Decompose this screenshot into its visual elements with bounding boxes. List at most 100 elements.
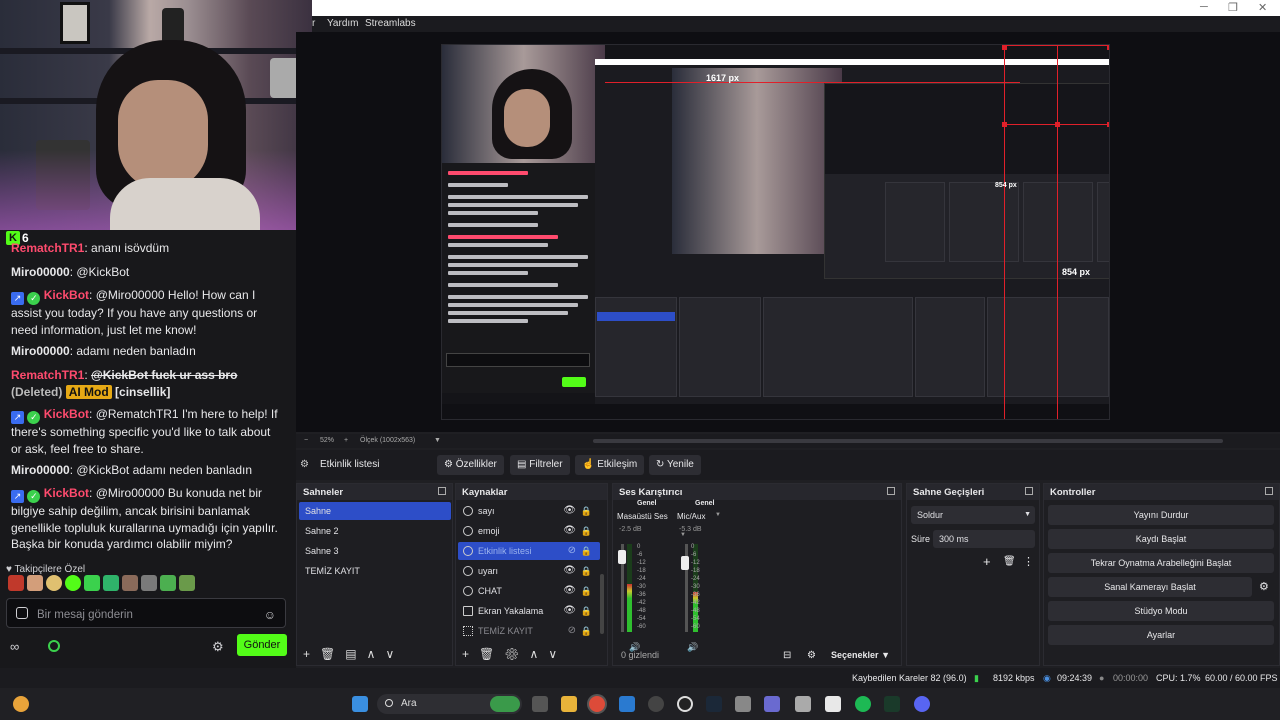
preview-canvas[interactable]: 1617 px 854 px 854 px	[441, 44, 1110, 420]
fader-knob[interactable]	[681, 556, 689, 570]
infinity-icon[interactable]: ∞	[10, 639, 19, 656]
app-icon[interactable]	[825, 696, 841, 712]
lock-icon[interactable]: 🔒	[581, 522, 592, 540]
eye-hidden-icon[interactable]: ⊘	[568, 542, 576, 560]
zoom-in-icon[interactable]: +	[344, 437, 348, 444]
settings-button[interactable]: Ayarlar	[1048, 625, 1274, 645]
gear-icon[interactable]: ⚙	[504, 647, 519, 661]
chat-input[interactable]: Bir mesaj gönderin ☺	[6, 598, 286, 628]
move-up-icon[interactable]: ∧	[530, 647, 539, 661]
chat-username[interactable]: Miro00000	[11, 344, 70, 358]
emote-icon[interactable]	[46, 575, 62, 591]
eye-icon[interactable]: 👁	[563, 502, 576, 520]
minimize-icon[interactable]: ─	[1200, 1, 1208, 13]
transition-select[interactable]: Soldur ▼	[911, 506, 1035, 524]
vertical-scrollbar[interactable]	[600, 574, 604, 634]
send-button[interactable]: Gönder	[237, 634, 287, 656]
obs-icon[interactable]	[648, 696, 664, 712]
trash-icon[interactable]: 🗑	[320, 647, 335, 661]
channel-name[interactable]: Mic/Aux	[677, 512, 705, 521]
undock-icon[interactable]	[1265, 487, 1273, 495]
task-view-icon[interactable]	[532, 696, 548, 712]
calculator-icon[interactable]	[735, 696, 751, 712]
source-item[interactable]: emoji 👁 🔒	[458, 522, 600, 540]
scene-item[interactable]: Sahne	[299, 502, 451, 520]
emote-icon[interactable]	[65, 575, 81, 591]
duration-input[interactable]: 300 ms	[933, 530, 1035, 548]
chat-username[interactable]: KickBot	[44, 486, 89, 500]
emote-icon[interactable]	[27, 575, 43, 591]
chat-username[interactable]: RematchTR1	[11, 241, 84, 255]
weather-icon[interactable]	[13, 696, 29, 712]
eye-icon[interactable]: 👁	[563, 582, 576, 600]
start-recording-button[interactable]: Kaydı Başlat	[1048, 529, 1274, 549]
undock-icon[interactable]	[1025, 487, 1033, 495]
source-item[interactable]: TEMİZ KAYIT ⊘ 🔒	[458, 622, 600, 640]
move-up-icon[interactable]: ∧	[367, 647, 376, 661]
source-item[interactable]: Ekran Yakalama 👁 🔒	[458, 602, 600, 620]
advanced-audio-icon[interactable]: ⚙	[807, 650, 816, 661]
eye-icon[interactable]: 👁	[563, 522, 576, 540]
layout-icon[interactable]: ⊟	[783, 650, 791, 661]
windows-start-icon[interactable]	[352, 696, 368, 712]
chevron-down-icon[interactable]: ▼	[434, 437, 441, 444]
eye-icon[interactable]: 👁	[563, 602, 576, 620]
chrome-icon[interactable]	[589, 696, 605, 712]
app-icon[interactable]	[677, 696, 693, 712]
chat-username[interactable]: KickBot	[44, 407, 89, 421]
lock-icon[interactable]: 🔒	[581, 602, 592, 620]
search-highlight-icon[interactable]	[490, 696, 520, 712]
lock-icon[interactable]: 🔒	[581, 542, 592, 560]
lock-icon[interactable]: 🔒	[581, 622, 592, 640]
trash-icon[interactable]: 🗑	[479, 647, 494, 661]
lock-icon[interactable]: 🔒	[581, 562, 592, 580]
mixer-options-button[interactable]: Seçenekler ▼	[831, 650, 890, 660]
app-icon[interactable]	[764, 696, 780, 712]
emote-icon[interactable]	[122, 575, 138, 591]
chat-username[interactable]: KickBot	[44, 288, 89, 302]
source-item[interactable]: uyarı 👁 🔒	[458, 562, 600, 580]
discord-icon[interactable]	[914, 696, 930, 712]
trash-icon[interactable]: 🗑	[1003, 556, 1016, 567]
mail-icon[interactable]	[619, 696, 635, 712]
close-icon[interactable]: ✕	[1258, 1, 1267, 14]
source-item[interactable]: sayı 👁 🔒	[458, 502, 600, 520]
emote-icon[interactable]	[160, 575, 176, 591]
scene-item[interactable]: TEMİZ KAYIT	[299, 562, 451, 580]
menu-item[interactable]: r	[312, 18, 315, 29]
scene-item[interactable]: Sahne 3	[299, 542, 451, 560]
lock-icon[interactable]: 🔒	[581, 582, 592, 600]
maximize-icon[interactable]: ❐	[1228, 1, 1238, 14]
emote-icon[interactable]	[84, 575, 100, 591]
add-icon[interactable]: +	[462, 647, 469, 661]
emote-icon[interactable]	[8, 575, 24, 591]
emote-icon[interactable]	[179, 575, 195, 591]
source-item[interactable]: Etkinlik listesi ⊘ 🔒	[458, 542, 600, 560]
menu-item-help[interactable]: Yardım	[327, 18, 359, 29]
studio-mode-button[interactable]: Stüdyo Modu	[1048, 601, 1274, 621]
replay-buffer-button[interactable]: Tekrar Oynatma Arabelleğini Başlat	[1048, 553, 1274, 573]
scale-label[interactable]: Ölçek (1002x563)	[360, 437, 415, 444]
zoom-out-icon[interactable]: −	[304, 437, 308, 444]
emote-icon[interactable]	[141, 575, 157, 591]
channel-name[interactable]: Masaüstü Ses	[617, 512, 679, 521]
app-icon[interactable]	[795, 696, 811, 712]
chat-username[interactable]: Miro00000	[11, 265, 70, 279]
eye-hidden-icon[interactable]: ⊘	[568, 622, 576, 640]
gear-icon[interactable]: ⚙	[1259, 580, 1269, 593]
steam-icon[interactable]	[706, 696, 722, 712]
kick-icon[interactable]	[48, 640, 60, 652]
filters-button[interactable]: ▤ Filtreler	[510, 455, 570, 475]
undock-icon[interactable]	[438, 487, 446, 495]
add-icon[interactable]: +	[303, 647, 310, 661]
stop-stream-button[interactable]: Yayını Durdur	[1048, 505, 1274, 525]
more-options-icon[interactable]: ⋮	[1023, 555, 1034, 568]
chat-username[interactable]: Miro00000	[11, 463, 70, 477]
emoji-picker-icon[interactable]: ☺	[264, 607, 276, 624]
move-down-icon[interactable]: ∨	[548, 647, 557, 661]
virtual-camera-button[interactable]: Sanal Kamerayı Başlat	[1048, 577, 1252, 597]
speaker-icon[interactable]: 🔊	[687, 642, 698, 653]
fader-knob[interactable]	[618, 550, 626, 564]
gear-icon[interactable]: ⚙	[212, 639, 224, 656]
interact-button[interactable]: ☝ Etkileşim	[575, 455, 645, 475]
